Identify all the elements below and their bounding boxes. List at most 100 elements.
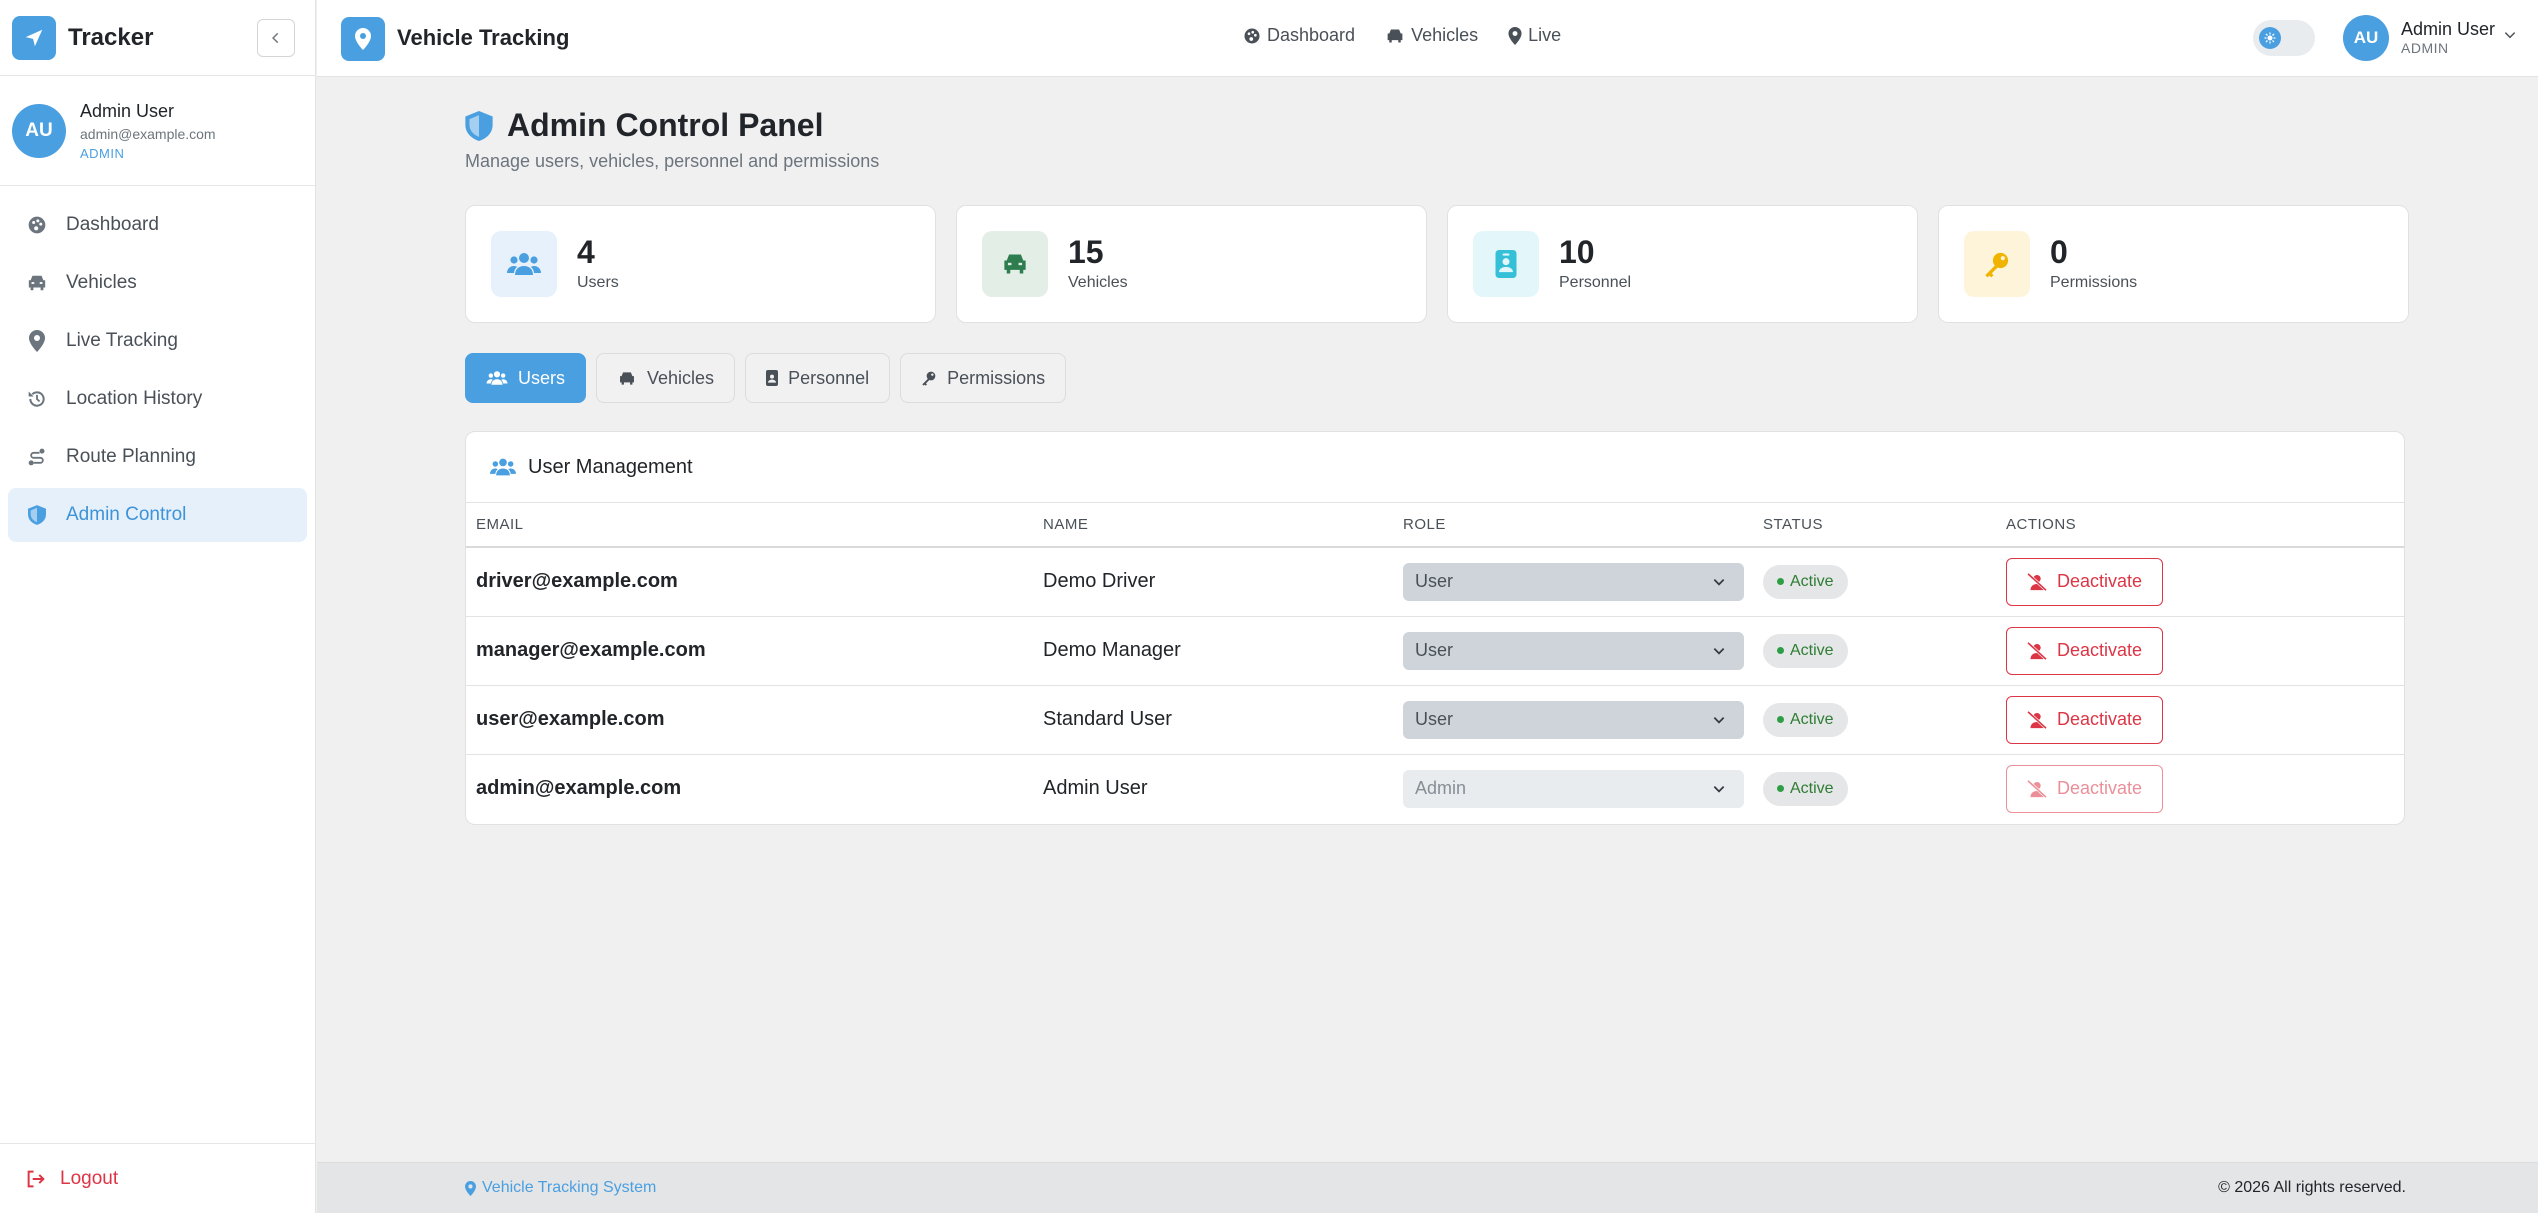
sidebar-nav: Dashboard Vehicles Live Tracking Locatio… — [0, 186, 315, 542]
history-icon — [26, 388, 48, 410]
user-slash-icon — [2027, 641, 2047, 660]
tab-label: Personnel — [788, 367, 870, 388]
logout-button[interactable]: Logout — [0, 1143, 316, 1213]
stat-label: Vehicles — [1068, 274, 1128, 291]
column-header: ACTIONS — [1996, 503, 2404, 548]
top-nav-live[interactable]: Live — [1508, 25, 1561, 46]
tab-label: Users — [518, 367, 566, 388]
deactivate-button[interactable]: Deactivate — [2006, 626, 2164, 675]
tab-users[interactable]: Users — [465, 353, 587, 403]
stat-value: 4 — [577, 234, 595, 270]
deactivate-label: Deactivate — [2057, 640, 2143, 660]
stat-card-permissions: 0 Permissions — [1938, 205, 2409, 323]
deactivate-button[interactable]: Deactivate — [2006, 557, 2164, 606]
table-row: admin@example.com Admin User Admin Activ… — [466, 754, 2404, 823]
chevron-down-icon[interactable] — [2503, 28, 2517, 42]
user-menu[interactable]: Admin User ADMIN — [2401, 19, 2495, 56]
avatar[interactable]: AU — [2343, 15, 2389, 61]
table-header-row: EMAIL NAME ROLE STATUS ACTIONS — [466, 503, 2404, 548]
role-select-value: Admin — [1415, 778, 1467, 799]
shield-icon — [465, 110, 493, 141]
tab-permissions[interactable]: Permissions — [900, 353, 1067, 403]
chevron-down-icon — [1713, 716, 1725, 724]
car-icon — [1387, 28, 1403, 43]
deactivate-button[interactable]: Deactivate — [2006, 695, 2164, 744]
route-icon — [26, 446, 48, 468]
sidebar-item-dashboard[interactable]: Dashboard — [8, 198, 307, 252]
status-text: Active — [1790, 779, 1834, 797]
table-row: user@example.com Standard User User Acti… — [466, 685, 2404, 755]
top-nav-label: Vehicles — [1411, 25, 1479, 45]
map-pin-icon — [1508, 26, 1522, 45]
role-select: Admin — [1403, 769, 1744, 808]
role-select-value: User — [1415, 709, 1454, 729]
status-dot-icon — [1777, 647, 1784, 654]
users-icon — [490, 457, 516, 477]
footer-brand-text: Vehicle Tracking System — [482, 1179, 657, 1196]
sidebar-item-live-tracking[interactable]: Live Tracking — [8, 314, 307, 368]
footer-brand[interactable]: Vehicle Tracking System — [465, 1179, 656, 1197]
id-badge-icon — [1473, 231, 1539, 297]
deactivate-label: Deactivate — [2057, 778, 2143, 799]
map-pin-icon — [26, 330, 48, 352]
deactivate-label: Deactivate — [2057, 571, 2143, 592]
user-slash-icon — [2027, 779, 2047, 798]
collapse-sidebar-button[interactable] — [257, 18, 295, 57]
stat-card-users: 4 Users — [465, 205, 936, 323]
user-menu-role: ADMIN — [2401, 40, 2449, 56]
top-bar: Vehicle Tracking Dashboard Vehicles Live… — [317, 0, 2538, 77]
page-title: Admin Control Panel — [465, 107, 823, 144]
user-email: admin@example.com — [476, 777, 682, 800]
top-nav-vehicles[interactable]: Vehicles — [1385, 25, 1478, 46]
car-icon — [620, 371, 634, 385]
sun-icon — [2259, 27, 2281, 49]
stat-value: 0 — [2050, 234, 2068, 270]
role-select[interactable]: User — [1403, 700, 1744, 739]
column-header: STATUS — [1753, 503, 1996, 548]
top-nav-dashboard[interactable]: Dashboard — [1243, 25, 1355, 46]
status-dot-icon — [1777, 716, 1784, 723]
tab-label: Vehicles — [647, 367, 715, 388]
sidebar-item-label: Vehicles — [66, 272, 137, 293]
map-pin-icon — [341, 17, 385, 61]
stat-label: Users — [577, 274, 619, 291]
role-select[interactable]: User — [1403, 631, 1744, 670]
map-pin-icon — [465, 1180, 476, 1196]
palette-icon — [1244, 28, 1260, 43]
role-select-value: User — [1415, 640, 1454, 660]
sidebar: Tracker AU Admin User admin@example.com … — [0, 0, 316, 1213]
role-select[interactable]: User — [1403, 562, 1744, 601]
sidebar-item-label: Dashboard — [66, 214, 159, 235]
column-header: NAME — [1033, 503, 1393, 548]
stats-row: 4 Users 15 Vehicles 10 Personnel 0 Permi… — [465, 205, 2409, 323]
theme-toggle[interactable] — [2253, 20, 2315, 56]
top-nav: Dashboard Vehicles Live — [1243, 25, 1561, 46]
user-email: user@example.com — [466, 685, 1033, 755]
sidebar-item-label: Location History — [66, 388, 203, 409]
table-row: manager@example.com Demo Manager User Ac… — [466, 616, 2404, 686]
tab-label: Permissions — [947, 367, 1046, 388]
sidebar-item-vehicles[interactable]: Vehicles — [8, 256, 307, 310]
stat-label: Permissions — [2050, 274, 2138, 291]
brand-name: Tracker — [68, 23, 154, 51]
chevron-down-icon — [1713, 647, 1725, 655]
user-slash-icon — [2027, 572, 2047, 591]
sidebar-header: Tracker — [0, 0, 315, 76]
sidebar-user-name: Admin User — [80, 100, 175, 121]
panel-title: User Management — [528, 455, 693, 478]
sidebar-item-route-planning[interactable]: Route Planning — [8, 430, 307, 484]
page-title-text: Admin Control Panel — [507, 107, 824, 143]
users-table: EMAIL NAME ROLE STATUS ACTIONS driver@ex… — [466, 503, 2404, 823]
tab-vehicles[interactable]: Vehicles — [596, 353, 736, 403]
user-email: driver@example.com — [466, 547, 1033, 617]
sidebar-item-admin-control[interactable]: Admin Control — [8, 488, 307, 542]
role-select-value: User — [1415, 571, 1454, 592]
user-management-panel: User Management EMAIL NAME ROLE STATUS A… — [465, 431, 2405, 825]
footer: Vehicle Tracking System © 2026 All right… — [317, 1162, 2538, 1213]
sidebar-item-label: Route Planning — [66, 446, 196, 467]
stat-label: Personnel — [1559, 274, 1632, 291]
navigation-arrow-icon — [12, 15, 56, 60]
status-badge: Active — [1763, 564, 1848, 599]
tab-personnel[interactable]: Personnel — [745, 353, 891, 403]
sidebar-item-location-history[interactable]: Location History — [8, 372, 307, 426]
